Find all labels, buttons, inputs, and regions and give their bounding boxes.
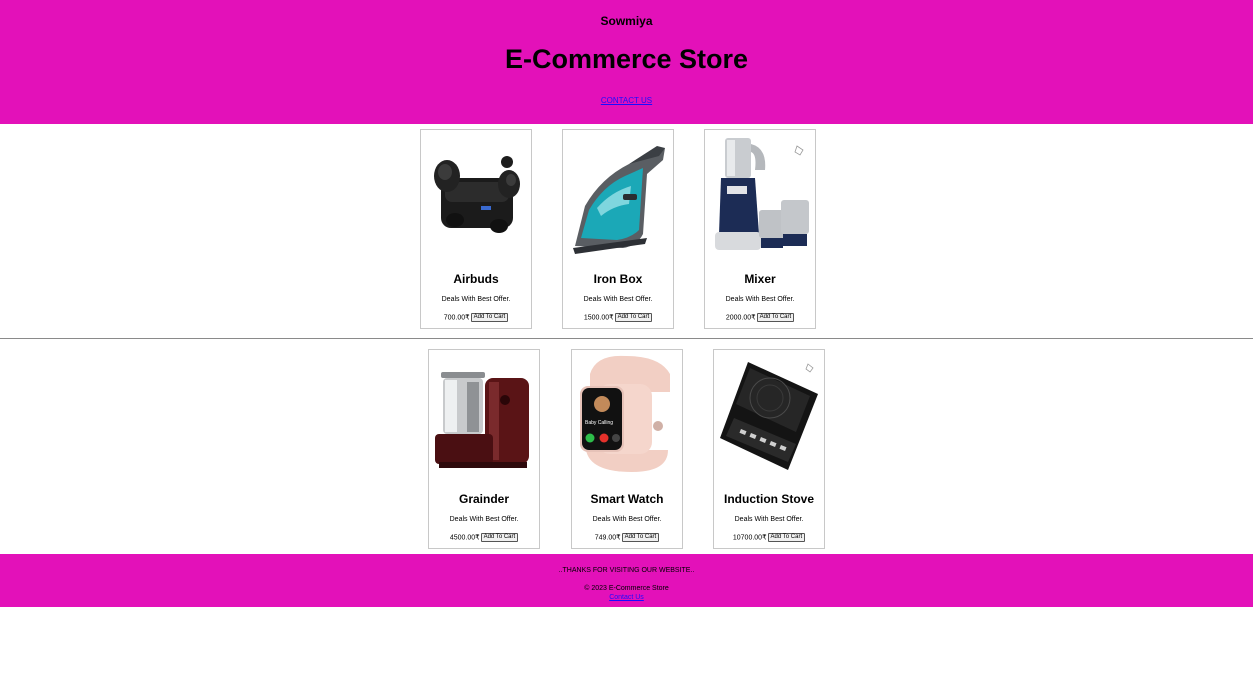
product-card-airbuds: Airbuds Deals With Best Offer. 700.00₹ Ad… [420, 129, 532, 329]
footer-copyright: © 2023 E-Commerce Store [584, 585, 669, 592]
product-price: 10700.00₹ [732, 534, 767, 542]
product-card-smart-watch: Baby Calling Smart Watch Deals With Best… [571, 349, 683, 549]
footer-thanks: ..THANKS FOR VISITING OUR WEBSITE.. [558, 567, 695, 574]
product-description: Deals With Best Offer. [583, 296, 653, 303]
product-card-grainder: Grainder Deals With Best Offer. 4500.00₹… [428, 349, 540, 549]
product-description: Deals With Best Offer. [725, 296, 795, 303]
product-description: Deals With Best Offer. [449, 516, 519, 523]
product-name: Induction Stove [724, 492, 814, 506]
contact-us-link[interactable]: CONTACT US [601, 96, 652, 105]
footer-contact-link[interactable]: Contact Us [609, 594, 644, 601]
product-price: 4500.00₹ [449, 534, 480, 542]
watch-caller-text: Baby Calling [585, 420, 613, 426]
product-card-mixer: Mixer Deals With Best Offer. 2000.00₹ Add… [704, 129, 816, 329]
site-footer: ..THANKS FOR VISITING OUR WEBSITE.. © 20… [0, 554, 1253, 607]
product-price: 2000.00₹ [725, 314, 756, 322]
add-to-cart-button[interactable]: Add To Cart [480, 533, 519, 542]
product-name: Mixer [744, 272, 776, 286]
product-name: Grainder [458, 492, 509, 506]
mixer-image [715, 138, 809, 250]
product-description: Deals With Best Offer. [734, 516, 804, 523]
product-name: Smart Watch [590, 492, 664, 506]
product-price: 1500.00₹ [583, 314, 614, 322]
product-name: Iron Box [593, 272, 643, 286]
earbuds-image [434, 156, 520, 233]
owner-name: Sowmiya [600, 14, 653, 28]
induction-stove-image [720, 362, 818, 470]
smart-watch-image: Baby Calling [580, 355, 670, 472]
product-card-iron-box: Iron Box Deals With Best Offer. 1500.00₹… [562, 129, 674, 329]
site-header: Sowmiya E-Commerce Store CONTACT US [0, 0, 1253, 124]
add-to-cart-button[interactable]: Add To Cart [767, 533, 806, 542]
product-description: Deals With Best Offer. [592, 516, 662, 523]
product-card-induction-stove: Induction Stove Deals With Best Offer. 1… [713, 349, 825, 549]
add-to-cart-button[interactable]: Add To Cart [621, 533, 660, 542]
add-to-cart-button[interactable]: Add To Cart [614, 313, 653, 322]
section-divider [0, 338, 1253, 339]
add-to-cart-button[interactable]: Add To Cart [756, 313, 795, 322]
product-price: 749.00₹ [594, 534, 621, 542]
iron-box-image [573, 146, 665, 254]
page-title: E-Commerce Store [504, 44, 749, 74]
product-price: 700.00₹ [443, 314, 470, 322]
product-name: Airbuds [453, 272, 499, 286]
product-description: Deals With Best Offer. [441, 296, 511, 303]
add-to-cart-button[interactable]: Add To Cart [470, 313, 509, 322]
grinder-image [435, 372, 529, 468]
